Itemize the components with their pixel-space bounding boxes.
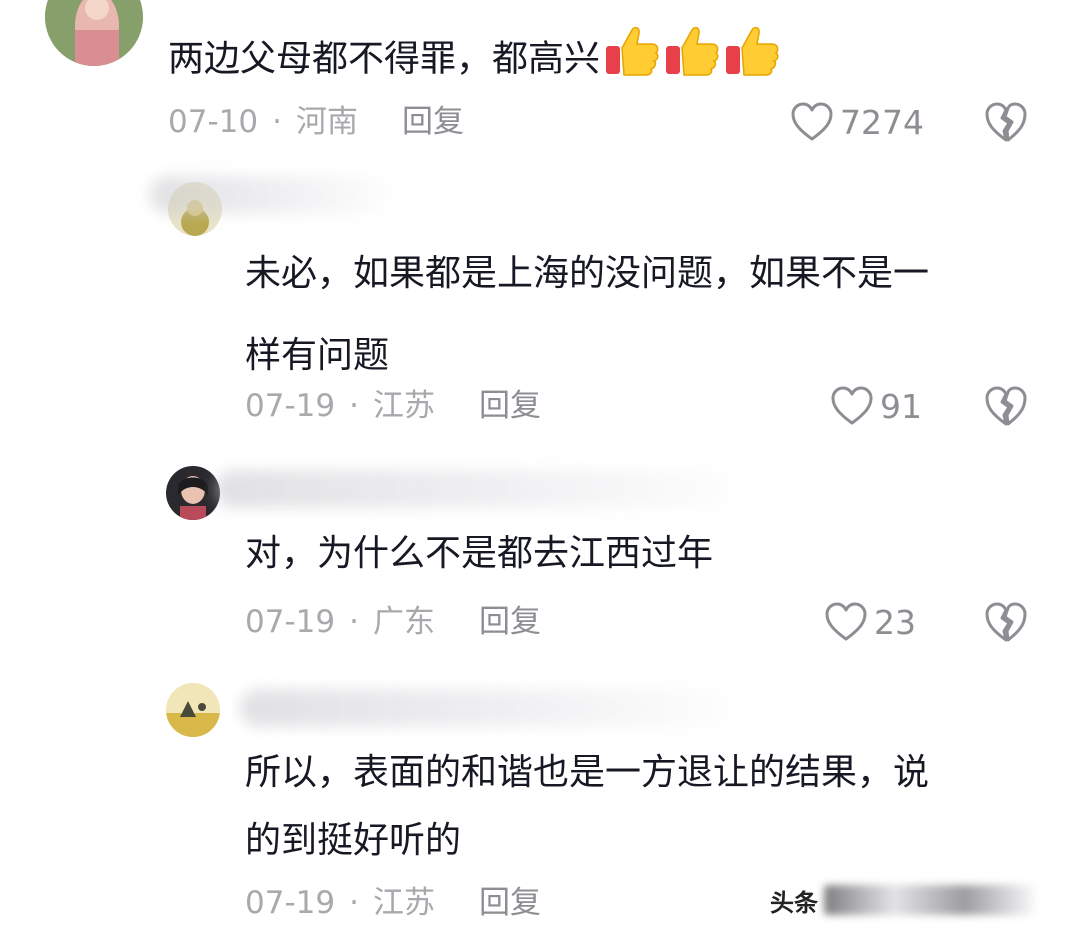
comment-meta: 07-10 · 河南 回复 <box>168 102 464 142</box>
watermark-text: 头条 <box>770 888 818 917</box>
like-button[interactable]: 23 <box>824 600 916 644</box>
username-blurred <box>215 470 735 508</box>
comment-item: 未必，如果都是上海的没问题，如果不是一 样有问题 07-19 · 江苏 回复 91 <box>0 170 1080 440</box>
comment-text: 未必，如果都是上海的没问题，如果不是一 样有问题 <box>245 244 929 386</box>
comment-location: 广东 <box>372 604 435 640</box>
reply-button[interactable]: 回复 <box>479 388 541 424</box>
reply-button[interactable]: 回复 <box>479 604 541 640</box>
broken-heart-icon[interactable] <box>984 600 1028 644</box>
broken-heart-icon[interactable] <box>984 100 1028 144</box>
like-count: 91 <box>880 386 922 426</box>
avatar[interactable] <box>166 683 220 737</box>
reply-button[interactable]: 回复 <box>479 885 541 921</box>
comment-text-line: 对，为什么不是都去江西过年 <box>245 533 714 574</box>
separator-dot: · <box>349 388 359 424</box>
username-blurred <box>150 176 390 214</box>
broken-heart-icon[interactable] <box>984 384 1028 428</box>
heart-icon <box>831 386 873 425</box>
avatar[interactable] <box>166 466 220 520</box>
separator-dot: · <box>272 104 282 140</box>
comment-text-line: 样有问题 <box>245 335 390 376</box>
thumbs-up-icon <box>664 24 720 97</box>
comment-date: 07-19 <box>245 604 336 640</box>
comment-text-line: 的到挺好听的 <box>245 820 462 861</box>
comment-meta: 07-19 · 江苏 回复 <box>245 386 541 426</box>
username-blurred <box>240 689 730 727</box>
heart-icon <box>791 102 833 141</box>
thumbs-up-icon <box>724 24 780 97</box>
comment-meta: 07-19 · 广东 回复 <box>245 602 541 642</box>
watermark: 头条 <box>770 880 1034 920</box>
comment-meta: 07-19 · 江苏 回复 <box>245 883 541 923</box>
comment-location: 江苏 <box>372 885 435 921</box>
like-count: 23 <box>874 602 916 642</box>
comment-date: 07-19 <box>245 885 336 921</box>
heart-icon <box>825 602 867 641</box>
comment-date: 07-10 <box>168 104 259 140</box>
avatar[interactable] <box>45 0 143 66</box>
comment-date: 07-19 <box>245 388 336 424</box>
comment-text: 对，为什么不是都去江西过年 <box>245 524 713 584</box>
like-count: 7274 <box>840 102 924 142</box>
comment-text-line: 未必，如果都是上海的没问题，如果不是一 <box>245 253 930 294</box>
separator-dot: · <box>349 885 359 921</box>
separator-dot: · <box>349 604 359 640</box>
comment-text-line: 两边父母都不得罪，都高兴 <box>168 38 601 80</box>
comment-text: 两边父母都不得罪，都高兴 <box>168 24 780 97</box>
comment-item: 对，为什么不是都去江西过年 07-19 · 广东 回复 23 <box>0 460 1080 660</box>
comment-location: 江苏 <box>372 388 435 424</box>
like-button[interactable]: 7274 <box>790 100 924 144</box>
like-button[interactable]: 91 <box>830 384 922 428</box>
comment-item: 两边父母都不得罪，都高兴 07-10 · 河南 回复 7274 <box>0 0 1080 160</box>
thumbs-up-icon <box>604 24 660 97</box>
reply-button[interactable]: 回复 <box>402 104 464 140</box>
comment-text-line: 所以，表面的和谐也是一方退让的结果，说 <box>245 752 930 793</box>
watermark-blurred <box>824 885 1034 915</box>
comment-location: 河南 <box>295 104 358 140</box>
comment-text: 所以，表面的和谐也是一方退让的结果，说 的到挺好听的 <box>245 743 929 871</box>
